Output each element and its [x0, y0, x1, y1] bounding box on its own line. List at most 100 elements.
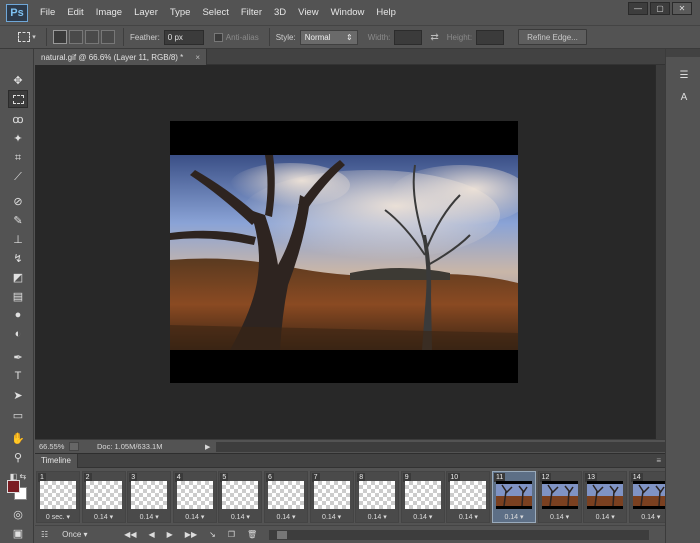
animation-frame[interactable]: 13 0.14 ▾ [583, 471, 628, 523]
width-input[interactable] [394, 29, 423, 45]
scroll-thumb[interactable] [277, 531, 287, 539]
crop-tool-icon[interactable]: ⌗ [8, 149, 28, 167]
frame-delay[interactable]: 0.14 ▾ [174, 513, 216, 521]
frame-delay[interactable]: 0.14 ▾ [83, 513, 125, 521]
frame-delay[interactable]: 0.14 ▾ [493, 513, 535, 521]
refine-edge-button[interactable]: Refine Edge... [518, 29, 587, 45]
frame-delay[interactable]: 0.14 ▾ [630, 513, 665, 521]
frame-delay[interactable]: 0.14 ▾ [265, 513, 307, 521]
antialias-checkbox[interactable] [213, 32, 223, 42]
path-selection-tool-icon[interactable]: ➤ [8, 386, 28, 404]
animation-frame[interactable]: 8 0.14 ▾ [355, 471, 400, 523]
animation-frame[interactable]: 9 0.14 ▾ [400, 471, 445, 523]
menu-edit[interactable]: Edit [61, 0, 89, 25]
frame-delay[interactable]: 0.14 ▾ [128, 513, 170, 521]
blur-tool-icon[interactable]: ● [8, 306, 28, 324]
frame-delay[interactable]: 0.14 ▾ [356, 513, 398, 521]
animation-frame[interactable]: 10 0.14 ▾ [446, 471, 491, 523]
healing-brush-tool-icon[interactable]: ⊘ [8, 192, 28, 210]
duplicate-frame-icon[interactable]: ❐ [228, 530, 235, 539]
canvas-area[interactable] [35, 65, 655, 439]
animation-frame[interactable]: 4 0.14 ▾ [172, 471, 217, 523]
frame-delay[interactable]: 0.14 ▾ [311, 513, 353, 521]
menu-type[interactable]: Type [164, 0, 197, 25]
intersect-selection-button[interactable] [101, 30, 115, 44]
status-menu-arrow-icon[interactable]: ▶ [205, 443, 210, 451]
next-frame-icon[interactable]: ▶▶ [185, 530, 197, 539]
minimize-button[interactable]: — [628, 2, 648, 15]
hand-tool-icon[interactable]: ✋ [8, 429, 28, 447]
tween-icon[interactable]: ↘ [209, 530, 216, 539]
subtract-from-selection-button[interactable] [85, 30, 99, 44]
animation-frame[interactable]: 11 0.14 ▾ [492, 471, 536, 523]
play-icon[interactable]: ▶ [167, 530, 173, 539]
timeline-scrollbar[interactable] [269, 530, 649, 540]
timeline-tab[interactable]: Timeline [35, 453, 78, 468]
swap-icon[interactable]: ⇄ [430, 32, 438, 43]
document-canvas[interactable] [170, 121, 518, 383]
pen-tool-icon[interactable]: ✒ [8, 348, 28, 366]
menu-window[interactable]: Window [325, 0, 371, 25]
animation-frame[interactable]: 12 0.14 ▾ [537, 471, 582, 523]
close-tab-icon[interactable]: × [195, 53, 200, 62]
character-panel-icon[interactable]: A [676, 89, 692, 105]
frame-delay[interactable]: 0.14 ▾ [219, 513, 261, 521]
doc-status-icon[interactable] [69, 442, 79, 451]
document-tab[interactable]: natural.gif @ 66.6% (Layer 11, RGB/8) * … [35, 49, 207, 65]
animation-frame[interactable]: 5 0.14 ▾ [218, 471, 263, 523]
horizontal-scrollbar[interactable] [216, 441, 665, 452]
animation-frame[interactable]: 3 0.14 ▾ [127, 471, 172, 523]
quick-mask-icon[interactable]: ◎ [8, 505, 28, 523]
zoom-level[interactable]: 66.55% [35, 442, 69, 451]
rectangular-marquee-tool-icon[interactable] [8, 90, 28, 108]
clone-stamp-tool-icon[interactable]: ⊥ [8, 230, 28, 248]
height-input[interactable] [476, 29, 505, 45]
first-frame-icon[interactable]: ◀◀ [124, 530, 136, 539]
style-select[interactable]: Normal ⇕ [299, 29, 358, 45]
frame-delay[interactable]: 0.14 ▾ [539, 513, 581, 521]
animation-frame[interactable]: 2 0.14 ▾ [81, 471, 126, 523]
frame-delay[interactable]: 0 sec. ▾ [37, 513, 79, 521]
frame-delay[interactable]: 0.14 ▾ [447, 513, 489, 521]
menu-3d[interactable]: 3D [268, 0, 292, 25]
screen-mode-icon[interactable]: ▣ [8, 524, 28, 542]
lasso-tool-icon[interactable]: ꝏ [8, 110, 28, 128]
menu-layer[interactable]: Layer [128, 0, 164, 25]
magic-wand-tool-icon[interactable]: ✦ [8, 129, 28, 147]
menu-help[interactable]: Help [370, 0, 402, 25]
feather-input[interactable]: 0 px [163, 29, 204, 45]
animation-frame[interactable]: 10 sec. ▾ [36, 471, 80, 523]
frame-delay[interactable]: 0.14 ▾ [584, 513, 626, 521]
animation-frame[interactable]: 14 0.14 ▾ [628, 471, 665, 523]
menu-file[interactable]: File [34, 0, 61, 25]
close-button[interactable]: ✕ [672, 2, 692, 15]
add-to-selection-button[interactable] [69, 30, 83, 44]
brush-tool-icon[interactable]: ✎ [8, 211, 28, 229]
convert-timeline-icon[interactable]: ☷ [41, 530, 48, 539]
loop-select[interactable]: Once ▾ [62, 530, 112, 539]
tool-preset-picker[interactable]: ▾ [14, 28, 40, 46]
gradient-tool-icon[interactable]: ▤ [8, 287, 28, 305]
frame-delay[interactable]: 0.14 ▾ [402, 513, 444, 521]
foreground-color-swatch[interactable] [7, 480, 20, 493]
delete-frame-icon[interactable]: 🗑 [247, 530, 257, 539]
previous-frame-icon[interactable]: ◀ [148, 530, 154, 539]
zoom-tool-icon[interactable]: ⚲ [8, 448, 28, 466]
menu-select[interactable]: Select [196, 0, 234, 25]
eyedropper-tool-icon[interactable]: ⟋ [8, 168, 28, 186]
dodge-tool-icon[interactable]: ◐ [8, 325, 28, 343]
panel-menu-icon[interactable]: ≡ [656, 456, 661, 465]
menu-view[interactable]: View [292, 0, 324, 25]
rectangle-tool-icon[interactable]: ▭ [8, 406, 28, 424]
maximize-button[interactable]: ▢ [650, 2, 670, 15]
new-selection-button[interactable] [53, 30, 67, 44]
menu-image[interactable]: Image [90, 0, 128, 25]
vertical-scrollbar[interactable] [655, 65, 665, 439]
move-tool-icon[interactable]: ✥ [8, 71, 28, 89]
menu-filter[interactable]: Filter [235, 0, 268, 25]
history-panel-icon[interactable]: ☰ [676, 67, 692, 83]
animation-frame[interactable]: 7 0.14 ▾ [309, 471, 354, 523]
type-tool-icon[interactable]: T [8, 367, 28, 385]
history-brush-tool-icon[interactable]: ↯ [8, 249, 28, 267]
eraser-tool-icon[interactable]: ◩ [8, 268, 28, 286]
